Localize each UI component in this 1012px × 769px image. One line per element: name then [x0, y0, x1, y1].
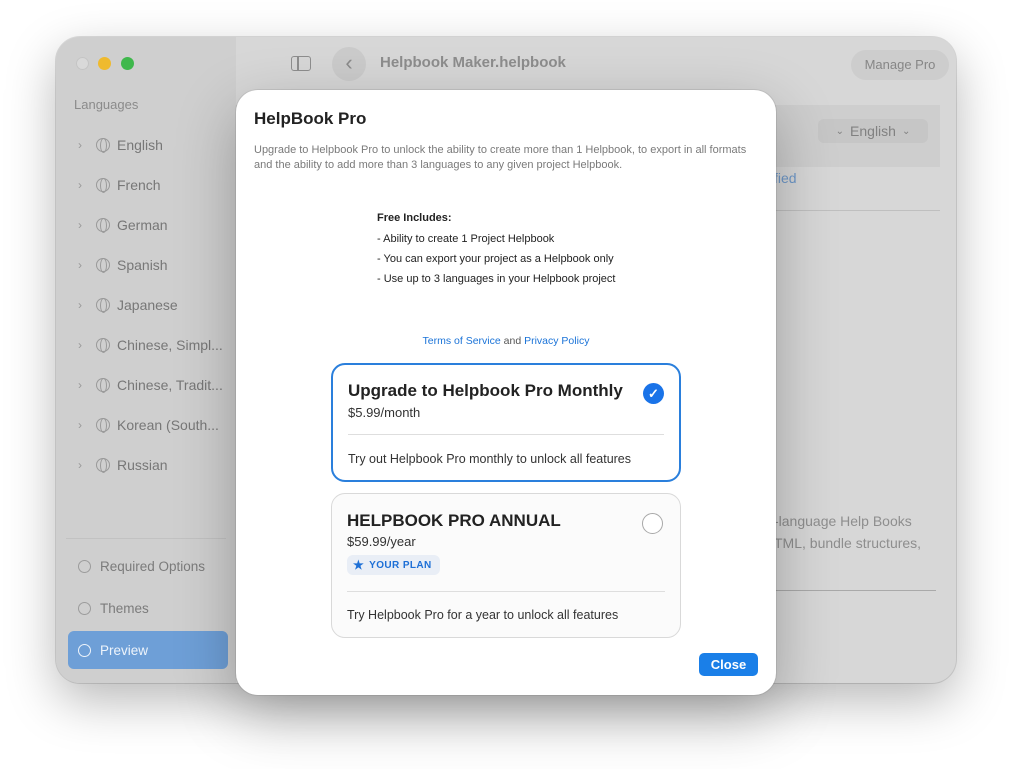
content-link[interactable]: fied — [774, 170, 797, 186]
your-plan-badge: ★ YOUR PLAN — [347, 555, 440, 575]
sidebar-item-korean[interactable]: › Korean (South... — [56, 405, 236, 445]
plan-price: $59.99/year — [347, 534, 416, 549]
badge-label: YOUR PLAN — [369, 559, 432, 571]
language-label: English — [117, 137, 163, 153]
sidebar-item-german[interactable]: › German — [56, 205, 236, 245]
window-close-button[interactable] — [76, 57, 89, 70]
chevron-right-icon[interactable]: › — [78, 258, 92, 272]
star-icon: ★ — [353, 558, 365, 572]
sidebar-item-preview[interactable]: Preview — [68, 631, 228, 669]
language-label: Spanish — [117, 257, 168, 273]
chevron-right-icon[interactable]: › — [78, 338, 92, 352]
radio-button[interactable] — [642, 513, 663, 534]
sidebar-item-chinese-simplified[interactable]: › Chinese, Simpl... — [56, 325, 236, 365]
free-includes-item: - You can export your project as a Helpb… — [377, 253, 614, 265]
globe-icon — [96, 338, 110, 353]
chevron-right-icon[interactable]: › — [78, 138, 92, 152]
language-label: Japanese — [117, 297, 178, 313]
terms-of-service-link[interactable]: Terms of Service — [423, 335, 501, 347]
language-label: Korean (South... — [117, 417, 219, 433]
chevron-down-icon: ⌄ — [901, 125, 911, 137]
sidebar-item-spanish[interactable]: › Spanish — [56, 245, 236, 285]
plan-divider — [348, 434, 664, 435]
chevron-right-icon[interactable]: › — [78, 178, 92, 192]
chevron-right-icon[interactable]: › — [78, 378, 92, 392]
sidebar-item-chinese-traditional[interactable]: › Chinese, Tradit... — [56, 365, 236, 405]
window-title: Helpbook Maker.helpbook — [380, 54, 566, 71]
gear-icon — [78, 559, 91, 573]
language-label: Chinese, Simpl... — [117, 337, 223, 353]
privacy-policy-link[interactable]: Privacy Policy — [524, 335, 589, 347]
plan-divider — [347, 591, 665, 592]
globe-icon — [96, 298, 110, 313]
window-zoom-button[interactable] — [121, 57, 134, 70]
plan-option-monthly[interactable]: Upgrade to Helpbook Pro Monthly $5.99/mo… — [331, 363, 681, 482]
plan-description: Try Helpbook Pro for a year to unlock al… — [347, 608, 619, 622]
palette-icon — [78, 601, 91, 615]
sidebar-item-label: Preview — [100, 642, 149, 658]
sheet-title: HelpBook Pro — [254, 109, 367, 128]
window-minimize-button[interactable] — [98, 57, 111, 70]
sidebar-item-required-options[interactable]: Required Options — [68, 547, 228, 585]
helpbook-pro-sheet: HelpBook Pro Upgrade to Helpbook Pro to … — [236, 90, 776, 695]
eye-icon — [78, 643, 91, 657]
sidebar-divider — [66, 538, 226, 539]
sidebar-item-russian[interactable]: › Russian — [56, 445, 236, 485]
globe-icon — [96, 178, 110, 193]
globe-icon — [96, 138, 110, 153]
back-button[interactable]: ‹ — [332, 47, 366, 81]
checkmark-icon[interactable]: ✓ — [643, 383, 664, 404]
free-includes-item: - Use up to 3 languages in your Helpbook… — [377, 273, 616, 285]
language-label: Russian — [117, 457, 168, 473]
sidebar-item-label: Themes — [100, 600, 149, 616]
plan-option-annual[interactable]: HELPBOOK PRO ANNUAL $59.99/year ★ YOUR P… — [331, 493, 681, 638]
chevron-right-icon[interactable]: › — [78, 418, 92, 432]
plan-price: $5.99/month — [348, 405, 421, 420]
sidebar-toggle-icon[interactable] — [291, 56, 311, 71]
globe-icon — [96, 258, 110, 273]
free-includes-item: - Ability to create 1 Project Helpbook — [377, 233, 555, 245]
chevron-right-icon[interactable]: › — [78, 218, 92, 232]
chevron-right-icon[interactable]: › — [78, 458, 92, 472]
links-conjunction: and — [503, 335, 522, 347]
language-list: › English › French › German › Spanish › Japan… — [56, 125, 236, 485]
manage-pro-button[interactable]: Manage Pro — [851, 50, 949, 80]
chevron-down-icon: ⌄ — [835, 125, 845, 137]
chevron-right-icon[interactable]: › — [78, 298, 92, 312]
free-includes: Free Includes: - Ability to create 1 Pro… — [377, 212, 615, 293]
globe-icon — [96, 378, 110, 393]
globe-icon — [96, 418, 110, 433]
language-label: Chinese, Tradit... — [117, 377, 223, 393]
plan-name: Upgrade to Helpbook Pro Monthly — [348, 381, 623, 400]
sidebar-item-label: Required Options — [100, 558, 206, 574]
sidebar-heading: Languages — [74, 97, 139, 112]
language-label: French — [117, 177, 161, 193]
sidebar: Languages › English › French › German › Span… — [56, 37, 236, 683]
sidebar-item-french[interactable]: › French — [56, 165, 236, 205]
globe-icon — [96, 218, 110, 233]
sheet-description: Upgrade to Helpbook Pro to unlock the ab… — [254, 144, 747, 171]
content-divider — [776, 590, 936, 591]
content-text-line: TML, bundle structures, — [774, 535, 922, 551]
content-text-line: -language Help Books — [774, 513, 912, 529]
sidebar-item-themes[interactable]: Themes — [68, 589, 228, 627]
language-label: German — [117, 217, 168, 233]
plan-description: Try out Helpbook Pro monthly to unlock a… — [348, 452, 632, 466]
sidebar-item-english[interactable]: › English — [56, 125, 236, 165]
sidebar-item-japanese[interactable]: › Japanese — [56, 285, 236, 325]
language-select[interactable]: ⌄ English ⌄ — [818, 119, 928, 143]
free-includes-heading: Free Includes: — [377, 212, 452, 224]
plan-name: HELPBOOK PRO ANNUAL — [347, 511, 561, 530]
close-button[interactable]: Close — [699, 653, 758, 676]
legal-links: Terms of Service and Privacy Policy — [236, 335, 776, 347]
globe-icon — [96, 458, 110, 473]
language-select-value: English — [850, 123, 896, 139]
